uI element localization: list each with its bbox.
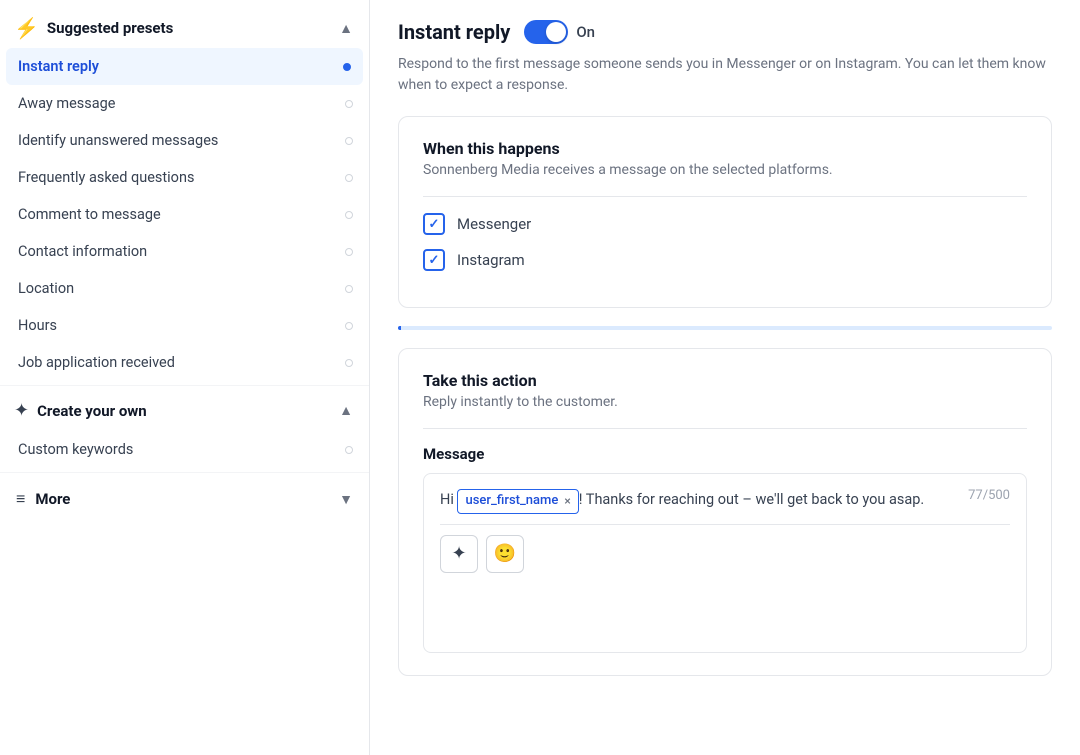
more-title: More xyxy=(35,490,70,508)
message-prefix: Hi xyxy=(440,491,457,508)
sidebar-item-label: Frequently asked questions xyxy=(18,169,194,186)
toggle-wrapper: On xyxy=(524,20,595,44)
char-count: 77/500 xyxy=(968,488,1010,503)
emoji-button[interactable]: 🙂 xyxy=(486,535,524,573)
take-action-card: Take this action Reply instantly to the … xyxy=(398,348,1052,676)
separator-bar xyxy=(398,326,1052,330)
sidebar-item-hours[interactable]: Hours xyxy=(0,307,369,344)
more-section[interactable]: ≡ More ▼ xyxy=(0,477,369,521)
dot-icon xyxy=(345,248,353,256)
sidebar-item-contact-information[interactable]: Contact information xyxy=(0,233,369,270)
sidebar-item-away-message[interactable]: Away message xyxy=(0,85,369,122)
message-label: Message xyxy=(423,445,1027,463)
sidebar-item-label: Job application received xyxy=(18,354,175,371)
suggested-presets-section[interactable]: ⚡ Suggested presets ▲ xyxy=(0,8,369,48)
page-header: Instant reply On xyxy=(398,20,1052,44)
dot-icon xyxy=(345,359,353,367)
emoji-icon: 🙂 xyxy=(494,543,516,564)
page-title: Instant reply xyxy=(398,20,510,44)
action-card-divider xyxy=(423,428,1027,429)
sidebar-item-location[interactable]: Location xyxy=(0,270,369,307)
when-happens-card: When this happens Sonnenberg Media recei… xyxy=(398,116,1052,308)
dot-icon xyxy=(345,211,353,219)
sidebar-item-label: Contact information xyxy=(18,243,147,260)
toggle-on-label: On xyxy=(576,23,595,41)
sidebar-item-label: Instant reply xyxy=(18,58,99,75)
sidebar-item-label: Hours xyxy=(18,317,57,334)
lightning-icon: ⚡ xyxy=(14,18,39,38)
message-suffix: ! Thanks for reaching out – we'll get ba… xyxy=(579,491,924,508)
message-tag[interactable]: user_first_name × xyxy=(457,489,578,514)
ai-magic-button[interactable]: ✦ xyxy=(440,535,478,573)
page-description: Respond to the first message someone sen… xyxy=(398,54,1052,96)
instagram-checkbox-item: ✓ Instagram xyxy=(423,249,1027,271)
more-chevron-icon: ▼ xyxy=(339,491,353,508)
when-happens-subtitle: Sonnenberg Media receives a message on t… xyxy=(423,162,1027,178)
tag-text: user_first_name xyxy=(465,491,558,512)
message-section: Message Hi user_first_name × ! Thanks for … xyxy=(423,445,1027,653)
sidebar-item-instant-reply[interactable]: Instant reply xyxy=(6,48,363,85)
sidebar-item-custom-keywords[interactable]: Custom keywords xyxy=(0,431,369,468)
messenger-checkbox[interactable]: ✓ xyxy=(423,213,445,235)
message-toolbar: ✦ 🙂 xyxy=(440,524,1010,573)
ai-magic-icon: ✦ xyxy=(451,543,466,564)
sidebar-item-comment-to-message[interactable]: Comment to message xyxy=(0,196,369,233)
sidebar-item-label: Custom keywords xyxy=(18,441,133,458)
active-dot-icon xyxy=(343,63,351,71)
sidebar-item-label: Comment to message xyxy=(18,206,161,223)
dot-icon xyxy=(345,174,353,182)
message-box[interactable]: Hi user_first_name × ! Thanks for reaching… xyxy=(423,473,1027,653)
dot-icon xyxy=(345,322,353,330)
instagram-label: Instagram xyxy=(457,251,525,269)
close-icon[interactable]: × xyxy=(564,492,570,511)
instant-reply-toggle[interactable] xyxy=(524,20,568,44)
main-content: Instant reply On Respond to the first me… xyxy=(370,0,1080,755)
dot-icon xyxy=(345,285,353,293)
create-your-own-title: Create your own xyxy=(37,402,147,420)
sidebar-item-job-application[interactable]: Job application received xyxy=(0,344,369,381)
card-divider xyxy=(423,196,1027,197)
messenger-checkbox-item: ✓ Messenger xyxy=(423,213,1027,235)
sidebar: ⚡ Suggested presets ▲ Instant reply Away… xyxy=(0,0,370,755)
take-action-subtitle: Reply instantly to the customer. xyxy=(423,394,1027,410)
sidebar-item-label: Identify unanswered messages xyxy=(18,132,218,149)
suggested-presets-title: Suggested presets xyxy=(47,19,173,37)
dot-icon xyxy=(345,446,353,454)
sidebar-item-label: Location xyxy=(18,280,74,297)
create-your-own-chevron-icon: ▲ xyxy=(339,402,353,419)
sidebar-item-label: Away message xyxy=(18,95,115,112)
suggested-presets-chevron-icon: ▲ xyxy=(339,20,353,37)
messenger-label: Messenger xyxy=(457,215,531,233)
sidebar-item-identify-unanswered[interactable]: Identify unanswered messages xyxy=(0,122,369,159)
instagram-checkbox[interactable]: ✓ xyxy=(423,249,445,271)
sidebar-divider-2 xyxy=(0,472,369,473)
sparkles-icon: ✦ xyxy=(14,400,29,421)
toggle-thumb xyxy=(546,22,566,42)
lines-icon: ≡ xyxy=(16,489,25,509)
take-action-title: Take this action xyxy=(423,371,1027,390)
dot-icon xyxy=(345,137,353,145)
create-your-own-section[interactable]: ✦ Create your own ▲ xyxy=(0,390,369,431)
message-content: Hi user_first_name × ! Thanks for reaching… xyxy=(440,488,1010,514)
sidebar-item-faq[interactable]: Frequently asked questions xyxy=(0,159,369,196)
sidebar-divider xyxy=(0,385,369,386)
dot-icon xyxy=(345,100,353,108)
when-happens-title: When this happens xyxy=(423,139,1027,158)
